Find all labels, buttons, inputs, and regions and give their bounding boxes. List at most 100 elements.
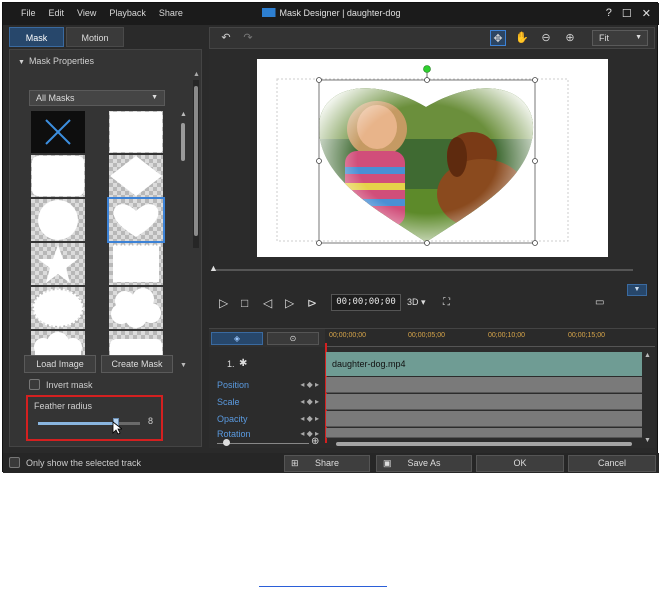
only-show-selected-option[interactable]: Only show the selected track: [9, 457, 141, 468]
scroll-up-icon[interactable]: ▲: [193, 71, 200, 78]
mask-properties-header[interactable]: ▼ Mask Properties: [18, 56, 94, 66]
load-image-button[interactable]: Load Image: [24, 355, 96, 373]
mouse-cursor-icon: [112, 421, 122, 435]
tab-mask[interactable]: Mask: [9, 27, 64, 47]
keyframe-nav-icon[interactable]: ◂ ◆ ▸: [300, 411, 319, 427]
3d-mode-dropdown[interactable]: 3D ▾: [407, 297, 426, 308]
mask-properties-title: Mask Properties: [28, 56, 94, 66]
tracks-horizontal-scrollbar[interactable]: [326, 441, 642, 447]
rectangle-shape-icon: [110, 112, 162, 152]
help-button[interactable]: ?: [606, 7, 612, 20]
time-ruler[interactable]: 00;00;00;00 00;00;05;00 00;00;10;00 00;0…: [325, 329, 655, 347]
invert-mask-checkbox[interactable]: [29, 379, 40, 390]
undo-icon[interactable]: ↶: [218, 30, 234, 46]
zoom-plus-icon[interactable]: ⊕: [311, 436, 319, 447]
mask-heart-thumb[interactable]: [107, 197, 165, 243]
share-button-label: Share: [314, 458, 340, 468]
underline-link[interactable]: [259, 586, 387, 587]
mask-grid-scroll-thumb[interactable]: [181, 123, 185, 161]
scroll-down-icon[interactable]: ▼: [644, 437, 651, 444]
previous-frame-icon[interactable]: ◁: [263, 296, 272, 310]
burst-shape-icon: [32, 288, 84, 328]
window-title: Mask Designer | daughter-dog: [3, 8, 659, 18]
scroll-down-icon[interactable]: ▼: [180, 362, 187, 369]
heart-shape-icon: [113, 204, 159, 237]
scroll-up-icon[interactable]: ▲: [180, 111, 187, 118]
keyframe-nav-icon[interactable]: ◂ ◆ ▸: [300, 377, 319, 393]
share-button[interactable]: ⊞ Share: [284, 455, 370, 472]
mask-cloud-thumb[interactable]: [109, 287, 163, 329]
timecode-display[interactable]: 00;00;00;00: [331, 294, 401, 311]
tracks-scrollbar[interactable]: ▲ ▼: [644, 352, 652, 444]
panel-tabs: Mask Motion: [9, 27, 202, 47]
window-title-text: Mask Designer | daughter-dog: [279, 8, 401, 18]
zoom-select[interactable]: Fit ▼: [592, 30, 648, 46]
cancel-button[interactable]: Cancel: [568, 455, 656, 472]
mask-burst-thumb[interactable]: [31, 287, 85, 329]
fullscreen-icon[interactable]: ⛶: [443, 297, 450, 308]
timeline-zoom-slider[interactable]: ⊕: [213, 436, 319, 447]
panel-scrollbar[interactable]: ▲: [193, 71, 200, 248]
only-show-selected-checkbox[interactable]: [9, 457, 20, 468]
ruler-tick-0: 00;00;00;00: [329, 332, 366, 339]
keyframe-lane-position[interactable]: [326, 377, 642, 393]
timeline-slider-knob[interactable]: ▲: [209, 263, 218, 273]
left-panel: Mask Motion ▼ Mask Properties ▲ All Masks…: [9, 27, 202, 447]
play-icon[interactable]: ▷: [219, 296, 228, 310]
save-as-button[interactable]: ▣ Save As: [376, 455, 472, 472]
next-frame-icon[interactable]: ▷: [285, 296, 294, 310]
keyframe-lane-scale[interactable]: [326, 394, 642, 410]
mask-none-thumb[interactable]: [31, 111, 85, 153]
mask-filter-dropdown[interactable]: All Masks ▼: [29, 90, 165, 106]
track-view-toggle[interactable]: ⊙: [267, 332, 319, 345]
only-show-selected-label: Only show the selected track: [26, 458, 142, 468]
keyframe-lane-opacity[interactable]: [326, 411, 642, 427]
preview-canvas[interactable]: [257, 59, 608, 257]
property-label-position: Position: [217, 380, 250, 390]
panel-scroll-thumb[interactable]: [194, 86, 198, 236]
invert-mask-option[interactable]: Invert mask: [29, 379, 93, 390]
mask-circle-thumb[interactable]: [31, 199, 85, 241]
select-move-icon[interactable]: ✥: [490, 30, 506, 46]
mask-diamond-thumb[interactable]: [109, 155, 163, 197]
3d-mode-label: 3D: [407, 297, 419, 307]
preview-timeline-slider[interactable]: ▲: [209, 263, 633, 273]
redo-icon[interactable]: ↷: [240, 30, 256, 46]
keyframe-view-toggle[interactable]: ◈: [211, 332, 263, 345]
cloud-shape-icon: [111, 288, 161, 328]
ok-button[interactable]: OK: [476, 455, 564, 472]
mask-rectangle-thumb[interactable]: [109, 111, 163, 153]
hand-pan-icon[interactable]: ✋: [514, 30, 530, 46]
scroll-up-icon[interactable]: ▲: [644, 352, 651, 359]
property-row-scale: Scale ◂ ◆ ▸: [209, 394, 325, 410]
mask-grid-scrollbar[interactable]: ▲ ▼: [179, 111, 187, 369]
display-toggle-icon[interactable]: ▭: [595, 297, 604, 308]
maximize-button[interactable]: ☐: [622, 7, 632, 20]
feather-radius-fill: [38, 422, 116, 425]
keyframe-nav-icon[interactable]: ◂ ◆ ▸: [300, 394, 319, 410]
tab-motion[interactable]: Motion: [66, 27, 124, 47]
fast-forward-icon[interactable]: ⊳: [307, 296, 317, 310]
keyframe-lane-rotation[interactable]: [326, 428, 642, 438]
feather-radius-slider[interactable]: [38, 418, 140, 428]
app-logo-icon: [261, 8, 276, 17]
horizontal-scroll-thumb[interactable]: [336, 442, 632, 446]
invert-mask-label: Invert mask: [46, 380, 93, 390]
zoom-out-icon[interactable]: ⊖: [538, 30, 554, 46]
chevron-down-icon: ▼: [635, 34, 642, 41]
mask-rounded-rectangle-thumb[interactable]: [31, 155, 85, 197]
zoom-slider-handle[interactable]: [223, 439, 230, 446]
footer-bar: Only show the selected track ⊞ Share ▣ Sav…: [3, 453, 659, 473]
property-row-position: Position ◂ ◆ ▸: [209, 377, 325, 393]
collapse-triangle-icon: ▼: [18, 59, 25, 66]
save-icon: ▣: [383, 458, 392, 468]
video-clip[interactable]: daughter-dog.mp4: [326, 352, 642, 376]
circle-shape-icon: [38, 200, 78, 240]
stop-icon[interactable]: □: [241, 296, 248, 310]
mask-star-thumb[interactable]: [31, 243, 85, 285]
create-mask-button[interactable]: Create Mask: [101, 355, 173, 373]
close-button[interactable]: ✕: [642, 7, 651, 20]
mask-stamp-thumb[interactable]: [109, 243, 163, 285]
expand-collapse-button[interactable]: ▼: [627, 284, 647, 296]
zoom-in-icon[interactable]: ⊕: [562, 30, 578, 46]
